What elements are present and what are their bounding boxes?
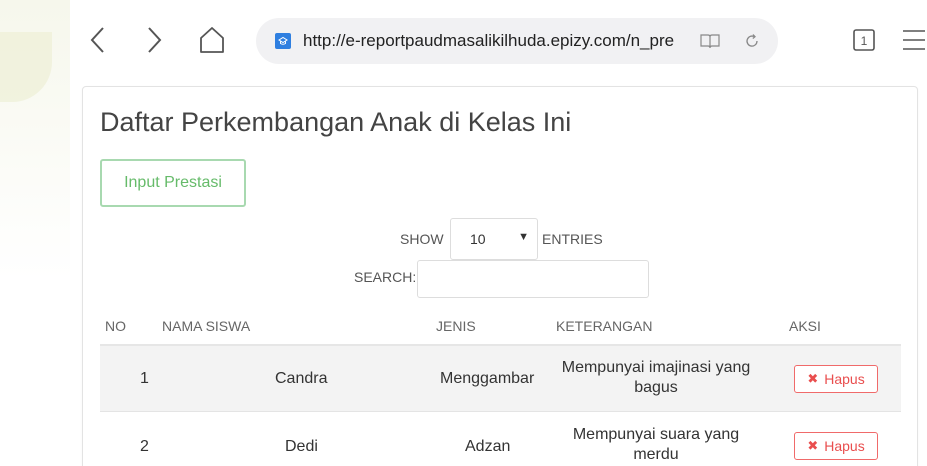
table-row: 1 Candra Menggambar Mempunyai imajinasi … — [100, 346, 901, 412]
reader-mode-button[interactable] — [699, 30, 721, 52]
search-label: SEARCH: — [354, 269, 417, 285]
forward-icon — [148, 27, 162, 53]
close-x-icon: ✖ — [807, 371, 819, 386]
entries-select-value: 10 — [470, 231, 486, 247]
tabs-icon: 1 — [853, 29, 875, 51]
back-icon — [90, 27, 104, 53]
page-title: Daftar Perkembangan Anak di Kelas Ini — [100, 107, 572, 137]
url-bar[interactable]: http://e-reportpaudmasalikilhuda.epizy.c… — [256, 18, 778, 64]
entries-select[interactable]: 10 ▼ — [450, 218, 538, 260]
reader-icon — [700, 34, 720, 49]
cell-keterangan: Mempunyai imajinasi yang bagus — [561, 359, 751, 396]
tabs-button[interactable]: 1 — [846, 22, 882, 58]
content-card: Daftar Perkembangan Anak di Kelas Ini In… — [82, 86, 918, 466]
reload-button[interactable] — [741, 30, 763, 52]
cell-no: 2 — [140, 438, 149, 455]
header-jenis[interactable]: JENIS — [436, 318, 476, 334]
header-keterangan[interactable]: KETERANGAN — [556, 318, 652, 334]
dropdown-arrow-icon: ▼ — [518, 231, 529, 243]
close-x-icon: ✖ — [807, 438, 819, 453]
cell-nama: Candra — [275, 370, 328, 387]
entries-label: ENTRIES — [542, 231, 603, 247]
reload-icon — [746, 34, 758, 47]
menu-icon — [903, 30, 925, 50]
forward-button[interactable] — [136, 22, 172, 58]
menu-button[interactable] — [896, 22, 927, 58]
header-aksi[interactable]: AKSI — [789, 318, 821, 334]
hapus-label: Hapus — [824, 438, 865, 454]
cell-no: 1 — [140, 370, 149, 387]
tab-count: 1 — [861, 34, 868, 48]
cell-jenis: Adzan — [465, 438, 511, 455]
cell-nama: Dedi — [285, 438, 318, 455]
header-no[interactable]: NO — [105, 318, 126, 334]
home-button[interactable] — [194, 22, 230, 58]
table-row: 2 Dedi Adzan Mempunyai suara yang merdu … — [100, 413, 901, 466]
back-button[interactable] — [80, 22, 116, 58]
search-input[interactable] — [417, 260, 649, 298]
hapus-label: Hapus — [824, 371, 865, 387]
url-text[interactable]: http://e-reportpaudmasalikilhuda.epizy.c… — [303, 31, 679, 51]
home-icon — [200, 27, 224, 53]
browser-toolbar: http://e-reportpaudmasalikilhuda.epizy.c… — [0, 0, 927, 80]
hapus-button[interactable]: ✖ Hapus — [794, 432, 878, 460]
favicon-icon — [275, 33, 291, 49]
header-nama-siswa[interactable]: NAMA SISWA — [162, 318, 250, 334]
cell-keterangan: Mempunyai suara yang merdu — [572, 426, 740, 463]
cell-jenis: Menggambar — [440, 370, 535, 387]
input-prestasi-button[interactable]: Input Prestasi — [100, 159, 246, 207]
hapus-button[interactable]: ✖ Hapus — [794, 365, 878, 393]
show-label: SHOW — [400, 231, 444, 247]
